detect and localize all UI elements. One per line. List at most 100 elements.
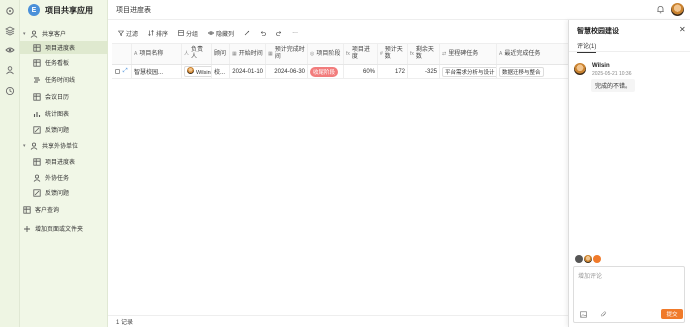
sidebar-item-feedback[interactable]: 反馈问题: [20, 123, 108, 136]
chevron-down-icon: ▾: [23, 30, 26, 37]
column-header[interactable]: ▦ 预计完成时间: [266, 44, 308, 64]
icon-rail: [0, 0, 20, 327]
cell-milestone[interactable]: 平台需求分析与设计: [440, 65, 497, 78]
row-checkbox[interactable]: [115, 69, 121, 74]
sidebar-item-label: 任务时间线: [45, 78, 76, 84]
comment-placeholder: 增加评论: [578, 274, 603, 280]
sidebar-item-timeline[interactable]: 任务时间线: [20, 73, 108, 86]
avatar: [575, 255, 583, 263]
cell-latest-task[interactable]: 数据迁移与整合: [497, 65, 568, 78]
group-button[interactable]: 分组: [178, 29, 198, 38]
status-badge: 收尾阶段: [310, 66, 339, 77]
sidebar-item-label: 反馈问题: [45, 191, 70, 197]
comment-input[interactable]: 增加评论 提交: [573, 266, 685, 323]
sidebar-item-label: 项目进度表: [45, 46, 76, 52]
column-header[interactable]: fx 剩余天数: [408, 44, 440, 64]
column-header[interactable]: 顾问: [212, 44, 230, 64]
layers-icon[interactable]: [5, 26, 15, 36]
chevron-down-icon: ▾: [23, 142, 26, 149]
redo-button[interactable]: [276, 30, 282, 36]
more-button[interactable]: ···: [292, 30, 298, 36]
sidebar-item-vendor-feedback[interactable]: 反馈问题: [20, 186, 108, 199]
cell-start-date[interactable]: 2024-01-10: [230, 65, 266, 78]
column-header[interactable]: ⇄ 里程碑任务: [440, 44, 497, 64]
owner-name: Wilsin: [196, 70, 211, 76]
column-header[interactable]: A 最近完成任务: [497, 44, 568, 64]
cell-est-days[interactable]: 172: [378, 65, 408, 78]
sidebar-group-shared-vendors[interactable]: ▾ 共享外协单位: [20, 139, 108, 152]
column-header[interactable]: fx 项目进度: [344, 44, 378, 64]
cell-remaining-days[interactable]: -325: [408, 65, 440, 78]
header-select: [112, 44, 132, 64]
sidebar-group-shared-clients[interactable]: ▾ 共享客户: [20, 27, 108, 40]
person-field-icon: 人: [184, 50, 190, 57]
column-header[interactable]: ◎ 项目阶段: [308, 44, 344, 64]
sort-label: 排序: [156, 31, 169, 38]
avatar: [593, 255, 601, 263]
brush-icon: [244, 30, 250, 36]
cell-text: 172: [394, 68, 405, 75]
settings-icon[interactable]: [5, 6, 15, 16]
sidebar-item-vendor-tasks[interactable]: 外协任务: [20, 171, 108, 184]
close-icon[interactable]: ✕: [679, 25, 686, 34]
header: 项目进度表: [108, 0, 690, 20]
attachment-icon[interactable]: [600, 311, 607, 318]
sidebar-item-client-query[interactable]: 客户查询: [20, 203, 108, 216]
submit-comment-button[interactable]: 提交: [661, 309, 683, 319]
history-icon[interactable]: [5, 86, 15, 96]
column-header[interactable]: # 预计天数: [378, 44, 408, 64]
cell-text: 60%: [362, 68, 375, 75]
page-title: 项目进度表: [116, 6, 151, 14]
divider: [569, 51, 690, 52]
undo-button[interactable]: [260, 30, 266, 36]
link-field-icon: ⇄: [442, 50, 447, 57]
cell-consultant[interactable]: 校...: [212, 65, 230, 78]
column-label: 项目名称: [139, 50, 164, 57]
sidebar-item-label: 会议日历: [45, 95, 70, 101]
cell-stage[interactable]: 收尾阶段: [308, 65, 344, 78]
sidebar-item-progress[interactable]: 项目进度表: [20, 41, 108, 54]
format-button[interactable]: [244, 30, 250, 36]
formula-icon: fx: [346, 50, 350, 57]
bell-icon[interactable]: [656, 5, 665, 14]
cell-text: 智慧校园...: [134, 70, 164, 76]
app-brand: E 项目共享应用: [20, 0, 107, 20]
row-select-cell[interactable]: ⤢: [112, 65, 132, 78]
app-title: 项目共享应用: [45, 5, 93, 15]
team-icon[interactable]: [5, 65, 15, 75]
panel-title: 智慧校园建设: [577, 28, 619, 35]
user-icon: [30, 30, 38, 38]
undo-icon: [260, 31, 266, 36]
comment-text: 完成的不错。: [591, 79, 636, 92]
eye-icon[interactable]: [5, 45, 15, 55]
user-avatar[interactable]: [671, 3, 684, 16]
milestone-tag: 平台需求分析与设计: [442, 66, 496, 77]
cell-progress[interactable]: 60%: [344, 65, 378, 78]
hide-columns-button[interactable]: 隐藏列: [208, 29, 234, 38]
column-header[interactable]: 人负责人: [182, 44, 212, 64]
sidebar-item-calendar[interactable]: 会议日历: [20, 90, 108, 103]
cell-text: 2024-01-10: [232, 68, 263, 75]
image-icon[interactable]: [580, 311, 587, 318]
sidebar-item-label: 统计图表: [45, 112, 70, 118]
column-header[interactable]: A 项目名称: [132, 44, 182, 64]
sidebar-item-task-board[interactable]: 任务看板: [20, 56, 108, 69]
owner-tag: Wilsin: [184, 66, 211, 77]
column-label: 项目进度: [351, 47, 370, 60]
plus-icon: [23, 225, 31, 233]
filter-button[interactable]: 过滤: [118, 29, 138, 38]
sort-icon: [148, 30, 154, 36]
table-row[interactable]: ⤢ 智慧校园... Wilsin 校... 2024-01-10 2024-06…: [112, 65, 568, 79]
cell-owner[interactable]: Wilsin: [182, 65, 212, 78]
expand-row-icon[interactable]: ⤢: [123, 68, 128, 75]
cell-end-date[interactable]: 2024-06-30: [266, 65, 308, 78]
sidebar-item-charts[interactable]: 统计图表: [20, 107, 108, 120]
cell-project-name[interactable]: 智慧校园...: [132, 65, 182, 78]
column-label: 项目阶段: [316, 50, 341, 57]
avatar: [584, 255, 592, 263]
column-header[interactable]: ▦ 开始时间: [230, 44, 266, 64]
sort-button[interactable]: 排序: [148, 29, 168, 38]
add-page-button[interactable]: 增加页面或文件夹: [20, 222, 108, 235]
eye-icon: [208, 31, 215, 35]
sidebar-item-vendor-progress[interactable]: 项目进度表: [20, 155, 108, 168]
